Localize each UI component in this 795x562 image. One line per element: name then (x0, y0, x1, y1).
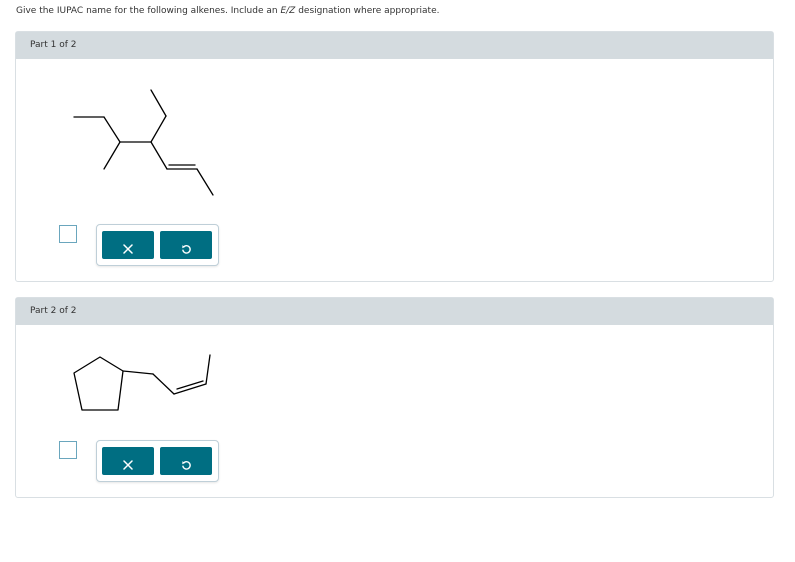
instructions-text: Give the IUPAC name for the following al… (16, 6, 439, 16)
part-2-answer-input[interactable] (59, 441, 77, 459)
part-1-reset-button[interactable] (160, 231, 212, 259)
part-2-panel: Part 2 of 2 (15, 297, 774, 498)
close-icon (123, 244, 133, 254)
part-1-tool-panel (96, 224, 219, 266)
part-2-clear-button[interactable] (102, 447, 154, 475)
part-1-clear-button[interactable] (102, 231, 154, 259)
part-2-tool-panel (96, 440, 219, 482)
undo-icon (181, 460, 191, 470)
part-2-reset-button[interactable] (160, 447, 212, 475)
undo-icon (181, 244, 191, 254)
instructions-ez: E/Z (280, 6, 296, 16)
part-1-panel: Part 1 of 2 (15, 31, 774, 282)
part-1-answer-input[interactable] (59, 225, 77, 243)
instructions-before: Give the IUPAC name for the following al… (16, 6, 281, 16)
instructions-after: designation where appropriate. (295, 6, 440, 16)
close-icon (123, 460, 133, 470)
